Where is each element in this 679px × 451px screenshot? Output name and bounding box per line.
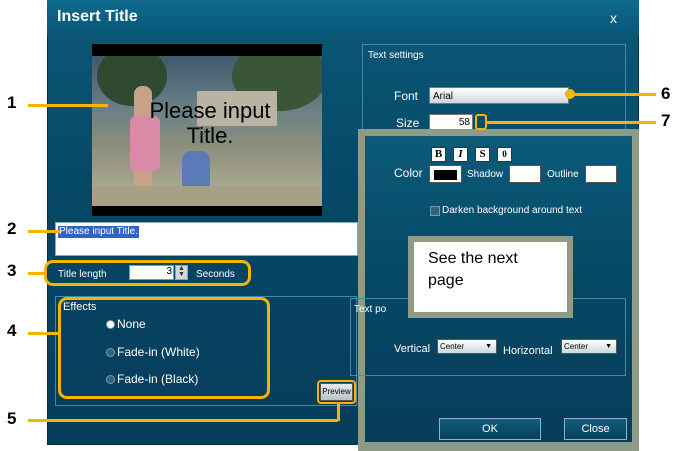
- leader-line-4: [28, 332, 60, 335]
- highlight-preview-button: [317, 380, 356, 404]
- annotation-number-1: 1: [7, 93, 17, 112]
- annotation-number-6: 6: [661, 84, 671, 103]
- horizontal-value: Center: [564, 342, 589, 351]
- text-settings-title: Text settings: [368, 50, 424, 61]
- leader-line-7: [487, 121, 656, 124]
- vertical-value: Center: [440, 342, 465, 351]
- vertical-label: Vertical: [394, 343, 431, 355]
- bold-button[interactable]: B: [431, 147, 446, 162]
- outline-style-button[interactable]: 0: [497, 147, 512, 162]
- darken-background-label[interactable]: Darken background around text: [442, 205, 582, 216]
- size-value: 58: [458, 117, 470, 128]
- shadow-color-swatch[interactable]: [509, 165, 541, 183]
- callout-text: See the next page: [428, 248, 558, 292]
- ok-button[interactable]: OK: [439, 418, 541, 440]
- callout-line1: See the next: [428, 250, 518, 267]
- size-label: Size: [396, 116, 420, 130]
- text-color-swatch[interactable]: [429, 165, 462, 183]
- leader-line-2: [28, 230, 60, 233]
- leader-line-5-vertical: [337, 403, 340, 421]
- font-value: Arial: [433, 91, 454, 102]
- horizontal-label: Horizontal: [503, 345, 553, 357]
- annotation-number-4: 4: [7, 321, 17, 340]
- close-button[interactable]: Close: [564, 418, 627, 440]
- text-color-fill: [433, 169, 458, 181]
- leader-line-3: [28, 272, 46, 275]
- leader-line-6: [572, 93, 656, 96]
- preview-title-line1: Please input: [149, 98, 271, 123]
- shadow-style-button[interactable]: S: [475, 147, 490, 162]
- annotation-number-2: 2: [7, 219, 17, 238]
- outline-label: Outline: [547, 169, 579, 180]
- title-input-value: Please input Title.: [58, 226, 139, 238]
- horizontal-select[interactable]: Center ▼: [561, 339, 617, 354]
- dialog-title: Insert Title: [57, 8, 138, 25]
- annotation-number-3: 3: [7, 261, 17, 280]
- font-label: Font: [394, 89, 419, 103]
- text-position-title: Text po: [354, 304, 387, 315]
- outline-color-swatch[interactable]: [585, 165, 617, 183]
- highlight-effects: [58, 297, 270, 399]
- vertical-select[interactable]: Center ▼: [437, 339, 497, 354]
- highlight-size-stepper: [475, 114, 487, 130]
- italic-button[interactable]: I: [453, 147, 468, 162]
- leader-line-5: [28, 419, 338, 422]
- chevron-down-icon: ▼: [605, 343, 612, 350]
- close-icon[interactable]: x: [610, 10, 617, 26]
- color-label: Color: [394, 166, 423, 180]
- annotation-number-7: 7: [661, 111, 671, 130]
- annotation-number-5: 5: [7, 409, 17, 428]
- preview-title-line2: Title.: [186, 123, 234, 148]
- chevron-down-icon: ▼: [485, 343, 492, 350]
- preview-title-text: Please input Title.: [110, 98, 310, 148]
- leader-line-1: [28, 104, 108, 107]
- darken-background-checkbox[interactable]: [430, 206, 440, 216]
- callout-line2: page: [428, 272, 464, 289]
- shadow-label: Shadow: [467, 169, 504, 180]
- highlight-title-length: [44, 260, 251, 286]
